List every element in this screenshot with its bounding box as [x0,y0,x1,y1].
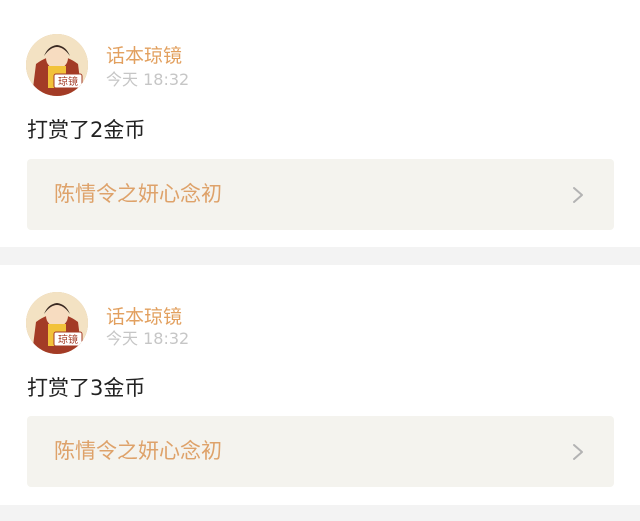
notification-card: 琼镜 话本琼镜 今天 18:32 打赏了3金币 陈情令之妍心念初 [0,265,640,505]
story-link-title: 陈情令之妍心念初 [54,439,222,463]
story-link-title: 陈情令之妍心念初 [54,182,222,206]
chevron-right-icon [573,444,583,460]
avatar-badge-text: 琼镜 [58,75,78,88]
reward-message: 打赏了3金币 [27,376,146,400]
avatar-illustration-icon: 琼镜 [26,292,88,354]
story-link[interactable]: 陈情令之妍心念初 [27,416,614,487]
avatar[interactable]: 琼镜 [26,34,88,96]
username[interactable]: 话本琼镜 [106,47,182,66]
timestamp: 今天 18:32 [106,70,190,89]
notification-card: 琼镜 话本琼镜 今天 18:32 打赏了2金币 陈情令之妍心念初 [0,0,640,247]
avatar[interactable]: 琼镜 [26,292,88,354]
notification-feed: 琼镜 话本琼镜 今天 18:32 打赏了2金币 陈情令之妍心念初 琼镜 话本琼镜 [0,0,640,521]
chevron-right-icon [573,187,583,203]
avatar-badge-text: 琼镜 [58,333,78,346]
avatar-illustration-icon: 琼镜 [26,34,88,96]
username[interactable]: 话本琼镜 [106,308,182,327]
reward-message: 打赏了2金币 [27,118,146,142]
story-link[interactable]: 陈情令之妍心念初 [27,159,614,230]
timestamp: 今天 18:32 [106,329,190,348]
